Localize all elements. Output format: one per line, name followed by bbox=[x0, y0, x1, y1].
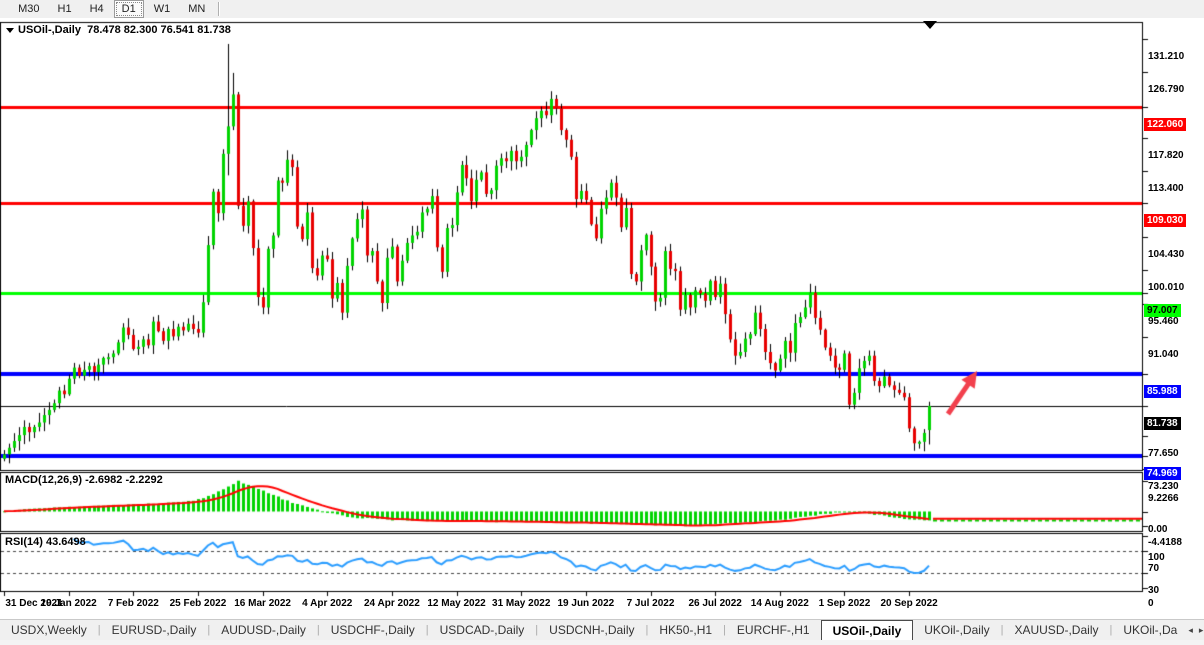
price-tick-label: 104.430 bbox=[1148, 249, 1184, 260]
timeframe-button-m30[interactable]: M30 bbox=[10, 0, 47, 18]
date-tick-label: 20 Sep 2022 bbox=[880, 598, 937, 609]
price-tick-label: 117.820 bbox=[1148, 150, 1184, 161]
timeframe-button-h1[interactable]: H1 bbox=[50, 0, 80, 18]
price-tick-label: 95.460 bbox=[1148, 316, 1179, 327]
price-tick-label: 126.790 bbox=[1148, 84, 1184, 95]
price-tick-label: 73.230 bbox=[1148, 481, 1179, 492]
date-tick-label: 14 Aug 2022 bbox=[751, 598, 809, 609]
chart-ohlc-values: 78.478 82.300 76.541 81.738 bbox=[87, 24, 231, 36]
tab-audusd-daily[interactable]: AUDUSD-,Daily bbox=[210, 620, 317, 640]
tab-scroll-right-icon[interactable]: ▸ bbox=[1199, 625, 1204, 636]
mt4-chart-window: 5M30H1H4D1W1MN USOil-,Daily 78.478 82.30… bbox=[0, 0, 1204, 645]
date-tick-label: 31 May 2022 bbox=[492, 598, 550, 609]
tab-eurchf-h1[interactable]: EURCHF-,H1 bbox=[726, 620, 821, 640]
price-tag-122.060: 122.060 bbox=[1144, 118, 1186, 131]
chart-stage: USOil-,Daily 78.478 82.300 76.541 81.738… bbox=[0, 18, 1204, 619]
rsi-tick-label: 100 bbox=[1148, 552, 1165, 563]
timeframe-button-mn[interactable]: MN bbox=[180, 0, 213, 18]
macd-tick-label: 0.00 bbox=[1148, 524, 1167, 535]
tab-scroll-left-icon[interactable]: ◂ bbox=[1188, 625, 1193, 636]
price-tick-label: 131.210 bbox=[1148, 51, 1184, 62]
tab-usdchf-daily[interactable]: USDCHF-,Daily bbox=[320, 620, 426, 640]
tab-ukoil-daily[interactable]: UKOil-,Daily bbox=[913, 620, 1000, 640]
timeframe-button-w1[interactable]: W1 bbox=[146, 0, 179, 18]
price-tag-97.007: 97.007 bbox=[1144, 304, 1181, 317]
timeframe-button-5[interactable]: 5 bbox=[0, 0, 8, 18]
date-tick-label: 19 Jun 2022 bbox=[557, 598, 614, 609]
toolbar-separator bbox=[218, 2, 220, 16]
timeframe-toolbar: 5M30H1H4D1W1MN bbox=[0, 0, 1204, 19]
date-tick-label: 4 Apr 2022 bbox=[302, 598, 352, 609]
chart-title: USOil-,Daily 78.478 82.300 76.541 81.738 bbox=[6, 24, 231, 36]
rsi-tick-label: 30 bbox=[1148, 585, 1159, 596]
price-tick-label: 91.040 bbox=[1148, 349, 1179, 360]
date-tick-label: 25 Feb 2022 bbox=[170, 598, 227, 609]
timeframe-button-d1[interactable]: D1 bbox=[114, 0, 144, 18]
date-tick-label: 1 Sep 2022 bbox=[819, 598, 871, 609]
price-tick-label: 100.010 bbox=[1148, 282, 1184, 293]
price-tag-74.969: 74.969 bbox=[1144, 467, 1181, 480]
tab-ukoil-da[interactable]: UKOil-,Da bbox=[1112, 620, 1188, 640]
tab-usdcad-daily[interactable]: USDCAD-,Daily bbox=[429, 620, 536, 640]
chart-symbol-label: USOil-,Daily bbox=[18, 24, 81, 36]
tab-usdx-weekly[interactable]: USDX,Weekly bbox=[0, 620, 98, 640]
date-tick-label: 24 Apr 2022 bbox=[364, 598, 420, 609]
tab-xauusd-daily[interactable]: XAUUSD-,Daily bbox=[1003, 620, 1109, 640]
date-tick-label: 7 Feb 2022 bbox=[108, 598, 159, 609]
symbol-tabbar: USDX,Weekly|EURUSD-,Daily|AUDUSD-,Daily|… bbox=[0, 619, 1204, 640]
timeframe-button-h4[interactable]: H4 bbox=[82, 0, 112, 18]
macd-tick-label: 9.2266 bbox=[1148, 493, 1179, 504]
chart-shift-marker-icon[interactable] bbox=[923, 21, 937, 29]
macd-indicator-label: MACD(12,26,9) -2.6982 -2.2292 bbox=[5, 474, 163, 486]
rsi-tick-label: 0 bbox=[1148, 598, 1154, 609]
macd-values: -2.6982 -2.2292 bbox=[85, 474, 163, 486]
date-tick-label: 7 Jul 2022 bbox=[627, 598, 675, 609]
rsi-indicator-label: RSI(14) 43.6498 bbox=[5, 536, 86, 548]
macd-tick-label: -4.4188 bbox=[1148, 537, 1182, 548]
date-tick-label: 16 Mar 2022 bbox=[234, 598, 291, 609]
date-tick-label: 19 Jan 2022 bbox=[41, 598, 97, 609]
rsi-value: 43.6498 bbox=[46, 536, 86, 548]
price-tick-label: 113.400 bbox=[1148, 183, 1184, 194]
symbol-dropdown-icon[interactable] bbox=[6, 28, 14, 33]
price-tick-label: 77.650 bbox=[1148, 448, 1179, 459]
price-tag-81.738: 81.738 bbox=[1144, 417, 1181, 430]
tab-usoil-daily[interactable]: USOil-,Daily bbox=[821, 620, 914, 640]
date-tick-label: 12 May 2022 bbox=[427, 598, 485, 609]
tab-usdcnh-daily[interactable]: USDCNH-,Daily bbox=[538, 620, 645, 640]
chart-canvas[interactable] bbox=[0, 18, 1204, 619]
tabbar-bottom-strip bbox=[0, 640, 1204, 645]
price-tag-109.030: 109.030 bbox=[1144, 214, 1186, 227]
tab-hk50-h1[interactable]: HK50-,H1 bbox=[648, 620, 723, 640]
tab-eurusd-daily[interactable]: EURUSD-,Daily bbox=[101, 620, 208, 640]
rsi-tick-label: 70 bbox=[1148, 563, 1159, 574]
date-tick-label: 26 Jul 2022 bbox=[688, 598, 741, 609]
price-tag-85.988: 85.988 bbox=[1144, 385, 1181, 398]
